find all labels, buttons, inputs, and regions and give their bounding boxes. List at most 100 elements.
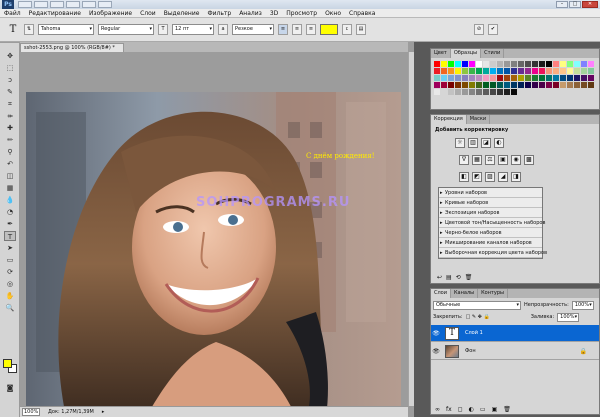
color-swatch[interactable]	[560, 68, 566, 74]
color-swatch[interactable]	[469, 68, 475, 74]
new-layer-icon[interactable]: ▣	[492, 406, 498, 413]
dodge-tool-icon[interactable]: ◔	[4, 207, 16, 217]
color-swatch[interactable]	[525, 61, 531, 67]
color-swatch[interactable]	[476, 75, 482, 81]
hand-tool-icon[interactable]: ✋	[4, 291, 16, 301]
color-swatch[interactable]	[483, 82, 489, 88]
color-swatch[interactable]	[441, 68, 447, 74]
color-swatch[interactable]	[490, 75, 496, 81]
color-swatch[interactable]	[518, 68, 524, 74]
color-swatch[interactable]	[497, 75, 503, 81]
history-brush-tool-icon[interactable]: ↶	[4, 159, 16, 169]
color-swatch[interactable]	[511, 68, 517, 74]
color-swatch[interactable]	[574, 75, 580, 81]
color-swatch[interactable]	[560, 75, 566, 81]
color-swatch[interactable]	[553, 68, 559, 74]
add-mask-icon[interactable]: ◻	[458, 406, 463, 413]
color-swatch[interactable]	[567, 82, 573, 88]
color-swatch[interactable]	[588, 68, 594, 74]
color-swatch[interactable]	[518, 82, 524, 88]
brush-tool-icon[interactable]: ✏	[4, 135, 16, 145]
tab-adjustments[interactable]: Коррекция	[431, 115, 467, 124]
arrange-documents-button[interactable]	[82, 1, 96, 8]
link-layers-icon[interactable]: ∞	[435, 406, 440, 413]
menu-view[interactable]: Просмотр	[286, 9, 317, 18]
menu-image[interactable]: Изображение	[89, 9, 132, 18]
clone-stamp-tool-icon[interactable]: ⚲	[4, 147, 16, 157]
color-swatch[interactable]	[581, 82, 587, 88]
menu-analysis[interactable]: Анализ	[239, 9, 262, 18]
close-button[interactable]: ✕	[582, 1, 598, 8]
black-white-icon[interactable]: ▣	[498, 155, 508, 165]
color-swatch[interactable]	[434, 61, 440, 67]
color-swatch[interactable]	[539, 61, 545, 67]
3d-orbit-tool-icon[interactable]: ◎	[4, 279, 16, 289]
path-select-tool-icon[interactable]: ➤	[4, 243, 16, 253]
color-swatch[interactable]	[546, 68, 552, 74]
selective-color-icon[interactable]: ◨	[511, 172, 521, 182]
color-swatch[interactable]	[490, 68, 496, 74]
menu-filter[interactable]: Фильтр	[207, 9, 231, 18]
align-right-icon[interactable]: ≡	[306, 24, 316, 35]
color-swatch[interactable]	[455, 75, 461, 81]
color-balance-icon[interactable]: ⚖	[485, 155, 495, 165]
color-swatch[interactable]	[560, 61, 566, 67]
preset-levels[interactable]: Уровни наборов	[439, 188, 542, 198]
channel-mixer-icon[interactable]: ▩	[524, 155, 534, 165]
text-orientation-icon[interactable]: ⇅	[24, 24, 34, 35]
color-swatch[interactable]	[483, 89, 489, 95]
color-swatch[interactable]	[476, 82, 482, 88]
color-swatch[interactable]	[588, 82, 594, 88]
color-swatch[interactable]	[511, 61, 517, 67]
3d-rotate-tool-icon[interactable]: ⟳	[4, 267, 16, 277]
color-swatch[interactable]	[504, 75, 510, 81]
color-swatch[interactable]	[469, 89, 475, 95]
color-swatch[interactable]	[455, 68, 461, 74]
color-swatch[interactable]	[525, 68, 531, 74]
foreground-color-swatch[interactable]	[3, 359, 12, 368]
color-swatch[interactable]	[581, 68, 587, 74]
minimize-button[interactable]: –	[556, 1, 568, 8]
posterize-icon[interactable]: ◩	[472, 172, 482, 182]
color-swatch[interactable]	[588, 61, 594, 67]
menu-window[interactable]: Окно	[325, 9, 341, 18]
overlay-text[interactable]: С днём рождения!	[306, 152, 375, 160]
visibility-eye-icon[interactable]: 👁	[431, 330, 441, 337]
layer-row-background[interactable]: 👁 Фон 🔒	[431, 343, 599, 360]
color-swatch[interactable]	[504, 89, 510, 95]
color-swatch[interactable]	[567, 75, 573, 81]
color-swatch[interactable]	[497, 68, 503, 74]
levels-icon[interactable]: ▥	[468, 138, 478, 148]
color-swatch[interactable]	[434, 82, 440, 88]
color-swatch[interactable]	[483, 68, 489, 74]
eraser-tool-icon[interactable]: ◫	[4, 171, 16, 181]
color-swatch[interactable]	[588, 75, 594, 81]
color-swatch[interactable]	[490, 61, 496, 67]
color-swatch[interactable]	[490, 89, 496, 95]
align-left-icon[interactable]: ≡	[278, 24, 288, 35]
maximize-button[interactable]: □	[569, 1, 581, 8]
tab-channels[interactable]: Каналы	[451, 289, 479, 298]
type-tool-icon[interactable]: T	[4, 231, 16, 241]
tab-styles[interactable]: Стили	[481, 49, 505, 58]
color-swatch[interactable]	[532, 82, 538, 88]
menu-select[interactable]: Выделение	[164, 9, 200, 18]
status-arrow-icon[interactable]: ▸	[102, 409, 105, 415]
color-swatch[interactable]	[455, 61, 461, 67]
preset-channel-mixer[interactable]: Микширование каналов наборов	[439, 238, 542, 248]
menu-help[interactable]: Справка	[349, 9, 375, 18]
minibridge-button[interactable]	[34, 1, 48, 8]
screen-mode-button[interactable]	[98, 1, 112, 8]
color-swatch[interactable]	[434, 89, 440, 95]
color-swatch[interactable]	[532, 75, 538, 81]
clip-icon[interactable]: ▤	[446, 274, 452, 281]
align-center-icon[interactable]: ≡	[292, 24, 302, 35]
delete-layer-icon[interactable]: 🗑	[503, 406, 511, 413]
color-swatch[interactable]	[504, 61, 510, 67]
menu-file[interactable]: Файл	[4, 9, 21, 18]
color-swatch[interactable]	[567, 68, 573, 74]
color-swatch[interactable]	[504, 82, 510, 88]
color-swatch[interactable]	[560, 82, 566, 88]
color-swatch[interactable]	[574, 61, 580, 67]
color-swatch[interactable]	[462, 61, 468, 67]
